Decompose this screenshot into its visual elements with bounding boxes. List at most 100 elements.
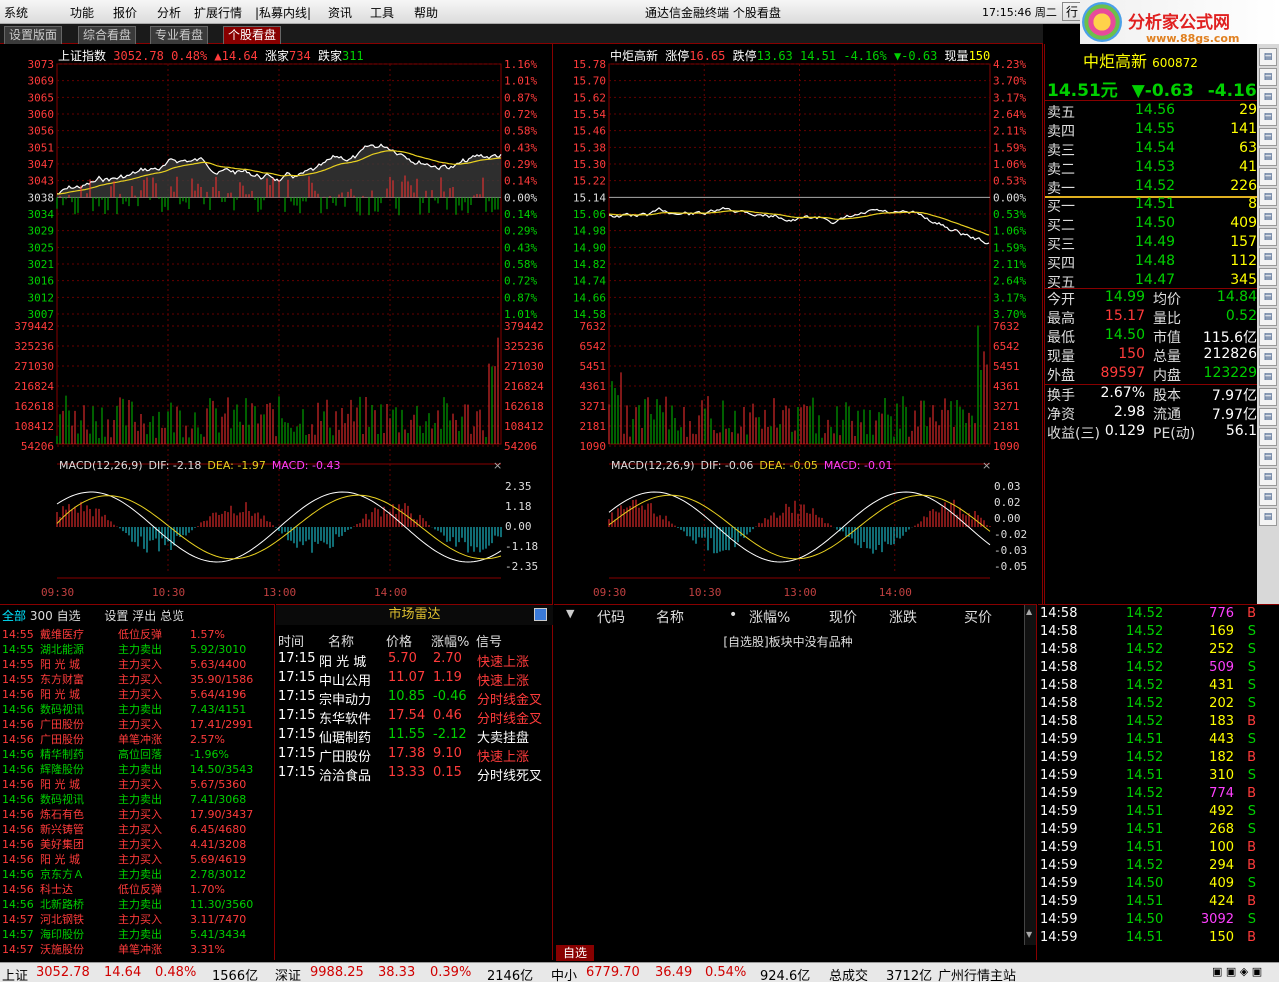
radar-row[interactable]: 14:56 北新路桥 主力卖出 11.30/3560 (2, 897, 272, 912)
toolbar-icon[interactable]: ▤ (1259, 168, 1277, 186)
toolbar-icon[interactable]: ▤ (1259, 148, 1277, 166)
ask-row[interactable]: 卖二 14.53 41 (1047, 159, 1257, 178)
macd-close-icon[interactable]: × (493, 459, 502, 472)
tab-layout-settings[interactable]: 设置版面 (4, 26, 63, 44)
toolbar-icon[interactable]: ▤ (1259, 188, 1277, 206)
radar-row[interactable]: 14:56 数码视讯 主力卖出 7.43/4151 (2, 702, 272, 717)
menu-news[interactable]: 资讯 (328, 4, 352, 21)
radar-row[interactable]: 17:15 洽洽食品 13.33 0.15 分时线死叉 (276, 765, 552, 784)
watchlist-col-header[interactable]: • (729, 607, 737, 623)
radar-col-header[interactable]: 名称 (328, 631, 354, 650)
toolbar-icon[interactable]: ▤ (1259, 468, 1277, 486)
radar-row[interactable]: 14:55 东方财富 主力买入 35.90/1586 (2, 672, 272, 687)
toolbar-icon[interactable]: ▤ (1259, 368, 1277, 386)
radar-row[interactable]: 14:56 科士达 低位反弹 1.70% (2, 882, 272, 897)
toolbar-icon[interactable]: ▤ (1259, 328, 1277, 346)
radar-tab-overview[interactable]: 总览 (160, 609, 184, 623)
menu-private[interactable]: |私募内线| (255, 4, 311, 21)
radar-row[interactable]: 17:15 宗申动力 10.85 -0.46 分时线金叉 (276, 689, 552, 708)
radar-settings-icon[interactable] (534, 608, 547, 621)
toolbar-icon[interactable]: ▤ (1259, 488, 1277, 506)
radar-row[interactable]: 14:55 戴维医疗 低位反弹 1.57% (2, 627, 272, 642)
watchlist-col-header[interactable]: 买价 (964, 607, 992, 627)
menu-quote[interactable]: 报价 (113, 4, 137, 21)
status-zx-label[interactable]: 中小 (551, 965, 577, 982)
menu-ext[interactable]: 扩展行情 (194, 4, 242, 21)
toolbar-icon[interactable]: ▤ (1259, 88, 1277, 106)
radar-tab-mine[interactable]: 自选 (57, 609, 81, 623)
bid-row[interactable]: 买二 14.50 409 (1047, 215, 1257, 234)
menu-function[interactable]: 功能 (70, 4, 94, 21)
toolbar-icon[interactable]: ▤ (1259, 228, 1277, 246)
ask-row[interactable]: 卖四 14.55 141 (1047, 121, 1257, 140)
ask-row[interactable]: 卖一 14.52 226 (1047, 178, 1257, 197)
toolbar-icon[interactable]: ▤ (1259, 248, 1277, 266)
bid-row[interactable]: 买一 14.51 8 (1047, 196, 1257, 215)
radar-tab-all[interactable]: 全部 (2, 609, 26, 623)
toolbar-icon[interactable]: ▤ (1259, 448, 1277, 466)
radar-col-header[interactable]: 信号 (476, 631, 502, 650)
toolbar-icon[interactable]: ▤ (1259, 348, 1277, 366)
radar-tab-settings[interactable]: 设置 (104, 609, 128, 623)
radar-row[interactable]: 17:15 中山公用 11.07 1.19 快速上涨 (276, 670, 552, 689)
radar-tab-300[interactable]: 300 (30, 609, 53, 623)
ask-row[interactable]: 卖三 14.54 63 (1047, 140, 1257, 159)
radar-row[interactable]: 14:56 阳 光 城 主力买入 5.67/5360 (2, 777, 272, 792)
scroll-up-icon[interactable]: ▲ (1026, 607, 1032, 616)
menu-system[interactable]: 系统 (4, 4, 28, 21)
toolbar-icon[interactable]: ▤ (1259, 408, 1277, 426)
toolbar-icon[interactable]: ▤ (1259, 128, 1277, 146)
ask-row[interactable]: 卖五 14.56 29 (1047, 102, 1257, 121)
status-server[interactable]: 广州行情主站 (938, 965, 1016, 982)
bid-row[interactable]: 买四 14.48 112 (1047, 253, 1257, 272)
radar-row[interactable]: 14:57 沃施股份 单笔冲涨 3.31% (2, 942, 272, 957)
radar-row[interactable]: 14:56 阳 光 城 主力买入 5.64/4196 (2, 687, 272, 702)
radar-row[interactable]: 14:55 阳 光 城 主力买入 5.63/4400 (2, 657, 272, 672)
macd-close-icon[interactable]: × (982, 459, 991, 472)
radar-col-header[interactable]: 涨幅% (431, 631, 469, 650)
watchlist-col-header[interactable]: 代码 (597, 607, 625, 627)
toolbar-icon[interactable]: ▤ (1259, 68, 1277, 86)
radar-row[interactable]: 14:56 广田股份 单笔冲涨 2.57% (2, 732, 272, 747)
menu-help[interactable]: 帮助 (414, 4, 438, 21)
radar-row[interactable]: 14:55 湖北能源 主力卖出 5.92/3010 (2, 642, 272, 657)
radar-row[interactable]: 14:56 广田股份 主力买入 17.41/2991 (2, 717, 272, 732)
toolbar-icon[interactable]: ▤ (1259, 108, 1277, 126)
toolbar-icon[interactable]: ▤ (1259, 308, 1277, 326)
radar-row[interactable]: 17:15 广田股份 17.38 9.10 快速上涨 (276, 746, 552, 765)
radar-col-header[interactable]: 价格 (386, 631, 412, 650)
radar-tab-float[interactable]: 浮出 (132, 609, 156, 623)
menu-analysis[interactable]: 分析 (157, 4, 181, 21)
toolbar-icon[interactable]: ▤ (1259, 288, 1277, 306)
status-sz-label[interactable]: 深证 (275, 965, 301, 982)
watchlist-scrollbar[interactable]: ▲ ▼ (1024, 605, 1036, 945)
watchlist-col-header[interactable]: 涨幅% (749, 607, 790, 627)
toolbar-icon[interactable]: ▤ (1259, 428, 1277, 446)
radar-row[interactable]: 14:56 阳 光 城 主力买入 5.69/4619 (2, 852, 272, 867)
radar-row[interactable]: 17:15 仙琚制药 11.55 -2.12 大卖挂盘 (276, 727, 552, 746)
index-chart-svg[interactable]: 3073 1.16% 3069 1.01% 3065 0.87% 3060 0.72% 3056… (0, 44, 553, 604)
radar-col-header[interactable]: 时间 (278, 631, 304, 650)
watchlist-dropdown-icon[interactable]: ▼ (566, 607, 574, 620)
radar-row[interactable]: 17:15 东华软件 17.54 0.46 分时线金叉 (276, 708, 552, 727)
watchlist-col-header[interactable]: 现价 (829, 607, 857, 627)
radar-row[interactable]: 17:15 阳 光 城 5.70 2.70 快速上涨 (276, 651, 552, 670)
toolbar-icon[interactable]: ▤ (1259, 208, 1277, 226)
radar-row[interactable]: 14:56 美好集团 主力买入 4.41/3208 (2, 837, 272, 852)
tab-pro[interactable]: 专业看盘 (150, 26, 209, 44)
toolbar-icon[interactable]: ▤ (1259, 508, 1277, 526)
toolbar-icon[interactable]: ▤ (1259, 268, 1277, 286)
radar-row[interactable]: 14:57 海印股份 主力卖出 5.41/3434 (2, 927, 272, 942)
tab-stock[interactable]: 个股看盘 (223, 26, 282, 44)
toolbar-icon[interactable]: ▤ (1259, 388, 1277, 406)
radar-row[interactable]: 14:56 炼石有色 主力买入 17.90/3437 (2, 807, 272, 822)
radar-row[interactable]: 14:56 辉隆股份 主力卖出 14.50/3543 (2, 762, 272, 777)
radar-row[interactable]: 14:56 精华制药 高位回落 -1.96% (2, 747, 272, 762)
radar-row[interactable]: 14:56 新兴铸管 主力买入 6.45/4680 (2, 822, 272, 837)
radar-row[interactable]: 14:56 数码视讯 主力卖出 7.41/3068 (2, 792, 272, 807)
radar-row[interactable]: 14:56 京东方Ａ 主力卖出 2.78/3012 (2, 867, 272, 882)
bid-row[interactable]: 买三 14.49 157 (1047, 234, 1257, 253)
watchlist-col-header[interactable]: 涨跌 (889, 607, 917, 627)
stock-chart-svg[interactable]: 15.78 4.23% 15.70 3.70% 15.62 3.17% 15.54 2.64%… (554, 44, 1043, 604)
scroll-down-icon[interactable]: ▼ (1026, 930, 1032, 939)
